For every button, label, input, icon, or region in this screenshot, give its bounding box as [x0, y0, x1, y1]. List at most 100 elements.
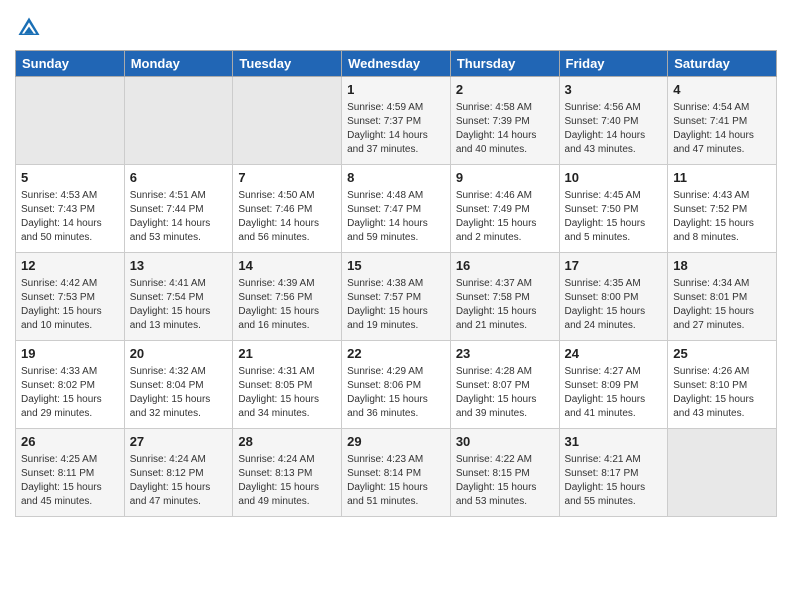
- calendar-week-3: 12 Sunrise: 4:42 AMSunset: 7:53 PMDayligh…: [16, 253, 777, 341]
- calendar-cell: 16Sunrise: 4:37 AMSunset: 7:58 PMDayligh…: [450, 253, 559, 341]
- day-info: Sunrise: 4:34 AMSunset: 8:01 PMDaylight:…: [673, 277, 771, 333]
- day-number: 25: [673, 345, 771, 363]
- logo: [15, 14, 47, 42]
- day-number: 26: [21, 433, 119, 451]
- page: SundayMondayTuesdayWednesdayThursdayFrid…: [0, 0, 792, 527]
- calendar-cell: 2Sunrise: 4:58 AMSunset: 7:39 PMDaylight…: [450, 77, 559, 165]
- calendar-cell: 26 Sunrise: 4:25 AMSunset: 8:11 PMDayligh…: [16, 429, 125, 517]
- day-info: Sunrise: 4:43 AMSunset: 7:52 PMDaylight:…: [673, 189, 771, 245]
- calendar-cell: 4Sunrise: 4:54 AMSunset: 7:41 PMDaylight…: [668, 77, 777, 165]
- day-number: 5: [21, 169, 119, 187]
- day-number: 12: [21, 257, 119, 275]
- weekday-header-row: SundayMondayTuesdayWednesdayThursdayFrid…: [16, 51, 777, 77]
- day-number: 1: [347, 81, 445, 99]
- day-number: 11: [673, 169, 771, 187]
- weekday-tuesday: Tuesday: [233, 51, 342, 77]
- day-number: 2: [456, 81, 554, 99]
- day-number: 14: [238, 257, 336, 275]
- calendar-cell: [16, 77, 125, 165]
- day-info: Sunrise: 4:53 AMSunset: 7:43 PMDaylight:…: [21, 189, 119, 245]
- day-info: Sunrise: 4:42 AMSunset: 7:53 PMDaylight:…: [21, 277, 119, 333]
- day-info: Sunrise: 4:31 AMSunset: 8:05 PMDaylight:…: [238, 365, 336, 421]
- calendar-cell: 11 Sunrise: 4:43 AMSunset: 7:52 PMDayligh…: [668, 165, 777, 253]
- day-number: 6: [130, 169, 228, 187]
- day-number: 21: [238, 345, 336, 363]
- weekday-monday: Monday: [124, 51, 233, 77]
- calendar-cell: 20 Sunrise: 4:32 AMSunset: 8:04 PMDayligh…: [124, 341, 233, 429]
- day-number: 9: [456, 169, 554, 187]
- day-info: Sunrise: 4:51 AMSunset: 7:44 PMDaylight:…: [130, 189, 228, 245]
- weekday-saturday: Saturday: [668, 51, 777, 77]
- day-number: 17: [565, 257, 663, 275]
- calendar-cell: 5 Sunrise: 4:53 AMSunset: 7:43 PMDaylight…: [16, 165, 125, 253]
- day-info: Sunrise: 4:29 AMSunset: 8:06 PMDaylight:…: [347, 365, 445, 421]
- day-info: Sunrise: 4:28 AMSunset: 8:07 PMDaylight:…: [456, 365, 554, 421]
- weekday-thursday: Thursday: [450, 51, 559, 77]
- calendar-cell: 24 Sunrise: 4:27 AMSunset: 8:09 PMDayligh…: [559, 341, 668, 429]
- day-info: Sunrise: 4:23 AMSunset: 8:14 PMDaylight:…: [347, 453, 445, 509]
- day-info: Sunrise: 4:33 AMSunset: 8:02 PMDaylight:…: [21, 365, 119, 421]
- calendar-cell: 15 Sunrise: 4:38 AMSunset: 7:57 PMDayligh…: [342, 253, 451, 341]
- day-info: Sunrise: 4:41 AMSunset: 7:54 PMDaylight:…: [130, 277, 228, 333]
- calendar-cell: 19Sunrise: 4:33 AMSunset: 8:02 PMDayligh…: [16, 341, 125, 429]
- day-info: Sunrise: 4:48 AMSunset: 7:47 PMDaylight:…: [347, 189, 445, 245]
- day-number: 31: [565, 433, 663, 451]
- day-number: 8: [347, 169, 445, 187]
- day-info: Sunrise: 4:38 AMSunset: 7:57 PMDaylight:…: [347, 277, 445, 333]
- day-info: Sunrise: 4:45 AMSunset: 7:50 PMDaylight:…: [565, 189, 663, 245]
- day-number: 27: [130, 433, 228, 451]
- day-info: Sunrise: 4:32 AMSunset: 8:04 PMDaylight:…: [130, 365, 228, 421]
- calendar-cell: 30Sunrise: 4:22 AMSunset: 8:15 PMDayligh…: [450, 429, 559, 517]
- calendar-header: SundayMondayTuesdayWednesdayThursdayFrid…: [16, 51, 777, 77]
- calendar-cell: 10 Sunrise: 4:45 AMSunset: 7:50 PMDayligh…: [559, 165, 668, 253]
- calendar-cell: 8 Sunrise: 4:48 AMSunset: 7:47 PMDaylight…: [342, 165, 451, 253]
- calendar-body: 1 Sunrise: 4:59 AMSunset: 7:37 PMDaylight…: [16, 77, 777, 517]
- day-info: Sunrise: 4:25 AMSunset: 8:11 PMDaylight:…: [21, 453, 119, 509]
- calendar-cell: [668, 429, 777, 517]
- calendar-cell: 18 Sunrise: 4:34 AMSunset: 8:01 PMDayligh…: [668, 253, 777, 341]
- day-number: 7: [238, 169, 336, 187]
- day-info: Sunrise: 4:22 AMSunset: 8:15 PMDaylight:…: [456, 453, 554, 509]
- day-number: 3: [565, 81, 663, 99]
- day-number: 10: [565, 169, 663, 187]
- calendar-week-1: 1 Sunrise: 4:59 AMSunset: 7:37 PMDaylight…: [16, 77, 777, 165]
- calendar-cell: 13 Sunrise: 4:41 AMSunset: 7:54 PMDayligh…: [124, 253, 233, 341]
- day-info: Sunrise: 4:56 AMSunset: 7:40 PMDaylight:…: [565, 101, 663, 157]
- day-number: 28: [238, 433, 336, 451]
- calendar-cell: 22 Sunrise: 4:29 AMSunset: 8:06 PMDayligh…: [342, 341, 451, 429]
- calendar-cell: 31 Sunrise: 4:21 AMSunset: 8:17 PMDayligh…: [559, 429, 668, 517]
- day-number: 29: [347, 433, 445, 451]
- calendar: SundayMondayTuesdayWednesdayThursdayFrid…: [15, 50, 777, 517]
- calendar-cell: [233, 77, 342, 165]
- day-number: 22: [347, 345, 445, 363]
- calendar-week-2: 5 Sunrise: 4:53 AMSunset: 7:43 PMDaylight…: [16, 165, 777, 253]
- header: [15, 10, 777, 42]
- day-number: 24: [565, 345, 663, 363]
- calendar-cell: 27 Sunrise: 4:24 AMSunset: 8:12 PMDayligh…: [124, 429, 233, 517]
- day-info: Sunrise: 4:37 AMSunset: 7:58 PMDaylight:…: [456, 277, 554, 333]
- day-info: Sunrise: 4:21 AMSunset: 8:17 PMDaylight:…: [565, 453, 663, 509]
- day-number: 15: [347, 257, 445, 275]
- calendar-cell: 25 Sunrise: 4:26 AMSunset: 8:10 PMDayligh…: [668, 341, 777, 429]
- day-info: Sunrise: 4:26 AMSunset: 8:10 PMDaylight:…: [673, 365, 771, 421]
- calendar-cell: 7 Sunrise: 4:50 AMSunset: 7:46 PMDaylight…: [233, 165, 342, 253]
- day-number: 13: [130, 257, 228, 275]
- calendar-cell: 23 Sunrise: 4:28 AMSunset: 8:07 PMDayligh…: [450, 341, 559, 429]
- calendar-cell: [124, 77, 233, 165]
- day-info: Sunrise: 4:39 AMSunset: 7:56 PMDaylight:…: [238, 277, 336, 333]
- calendar-cell: 29 Sunrise: 4:23 AMSunset: 8:14 PMDayligh…: [342, 429, 451, 517]
- day-number: 18: [673, 257, 771, 275]
- day-info: Sunrise: 4:59 AMSunset: 7:37 PMDaylight:…: [347, 101, 445, 157]
- weekday-friday: Friday: [559, 51, 668, 77]
- calendar-week-5: 26 Sunrise: 4:25 AMSunset: 8:11 PMDayligh…: [16, 429, 777, 517]
- calendar-cell: 3 Sunrise: 4:56 AMSunset: 7:40 PMDaylight…: [559, 77, 668, 165]
- calendar-cell: 28Sunrise: 4:24 AMSunset: 8:13 PMDayligh…: [233, 429, 342, 517]
- day-number: 23: [456, 345, 554, 363]
- day-info: Sunrise: 4:24 AMSunset: 8:12 PMDaylight:…: [130, 453, 228, 509]
- day-info: Sunrise: 4:50 AMSunset: 7:46 PMDaylight:…: [238, 189, 336, 245]
- day-info: Sunrise: 4:27 AMSunset: 8:09 PMDaylight:…: [565, 365, 663, 421]
- calendar-cell: 1 Sunrise: 4:59 AMSunset: 7:37 PMDaylight…: [342, 77, 451, 165]
- calendar-cell: 6 Sunrise: 4:51 AMSunset: 7:44 PMDaylight…: [124, 165, 233, 253]
- day-number: 20: [130, 345, 228, 363]
- calendar-cell: 14 Sunrise: 4:39 AMSunset: 7:56 PMDayligh…: [233, 253, 342, 341]
